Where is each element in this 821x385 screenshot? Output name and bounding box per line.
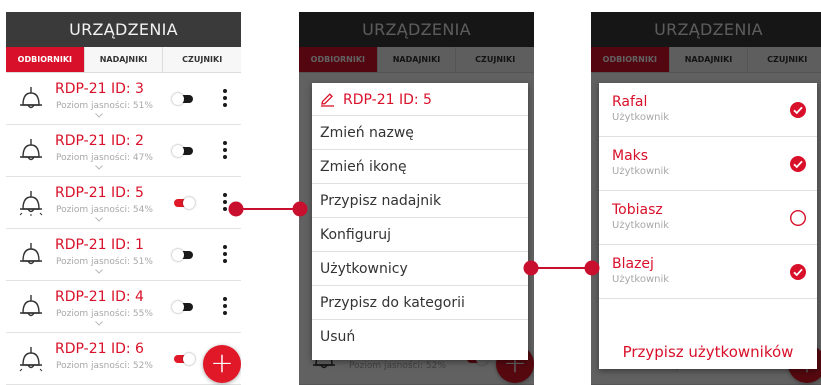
- callout-connectors: [228, 201, 600, 276]
- screenshot-stage: URZĄDZENIA ODBIORNIKI NADAJNIKI CZUJNIKI…: [0, 0, 821, 385]
- callout-connector-more-to-menu: [228, 201, 308, 217]
- callout-connector-users-to-dialog: [523, 260, 600, 276]
